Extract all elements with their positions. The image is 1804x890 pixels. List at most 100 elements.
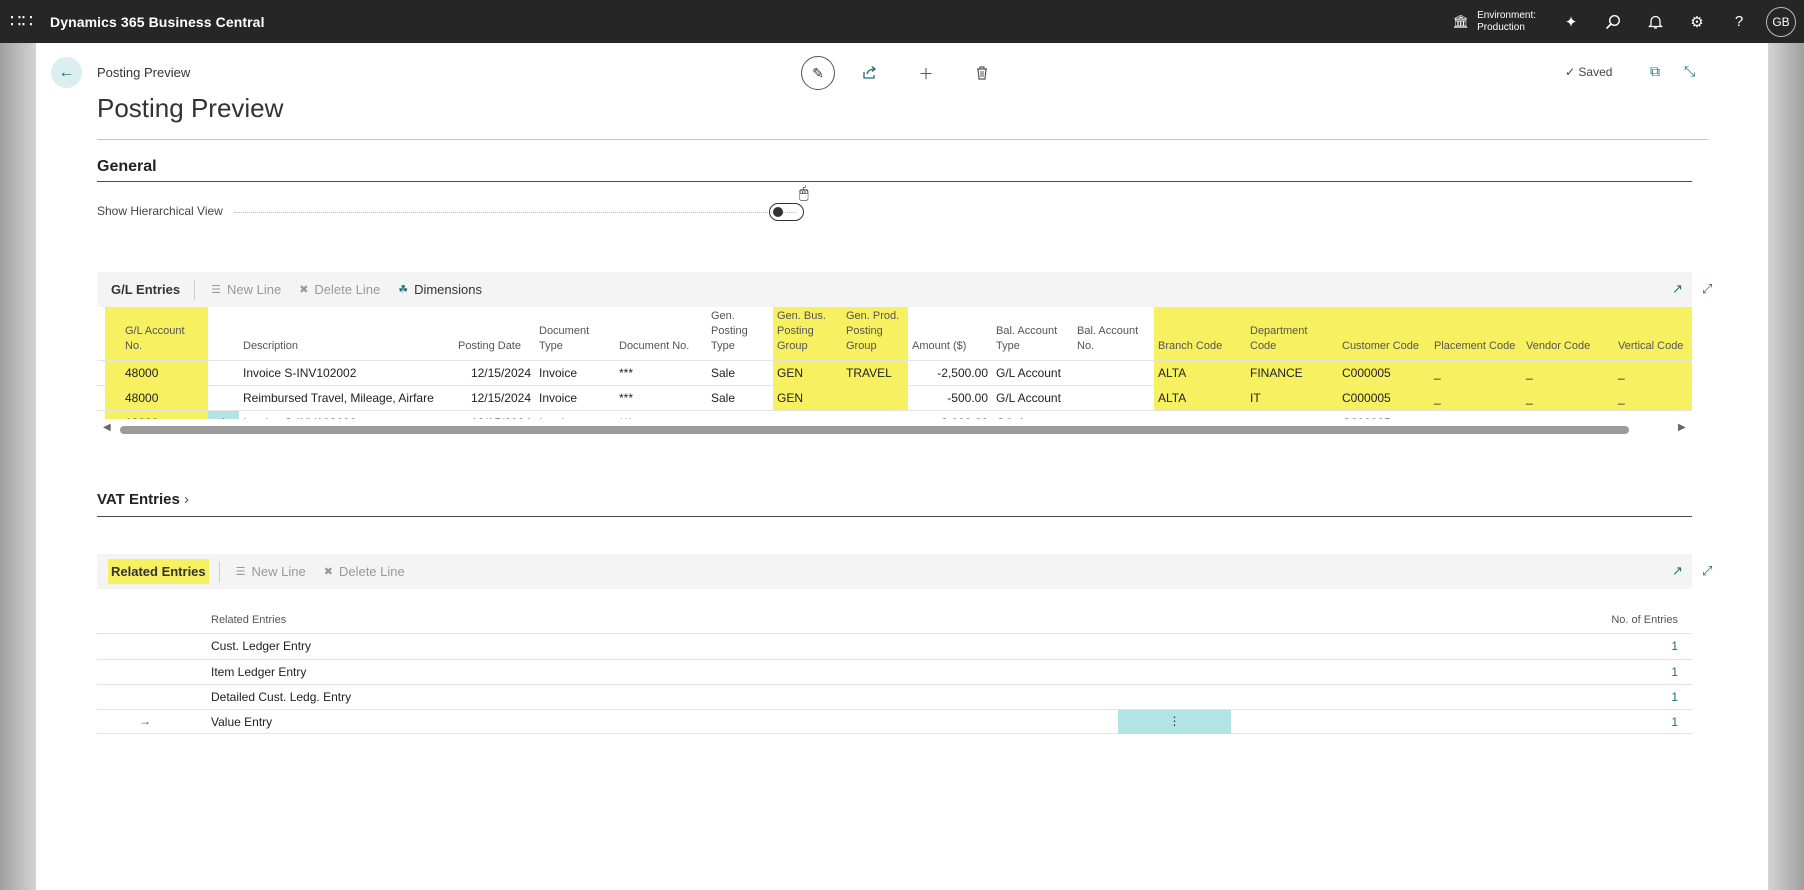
scrollbar-thumb[interactable]: [120, 426, 1629, 434]
related-entry-name[interactable]: Detailed Cust. Ledg. Entry: [211, 690, 351, 704]
related-entry-count[interactable]: 1: [1671, 715, 1678, 729]
cell-vendor-code[interactable]: _: [1522, 360, 1614, 386]
cell-description[interactable]: Reimbursed Travel, Mileage, Airfare: [239, 385, 454, 411]
cell-account-no[interactable]: 48000: [105, 385, 208, 411]
col-posting-date[interactable]: Posting Date: [454, 307, 535, 361]
col-bal-account-type[interactable]: Bal. Account Type: [992, 307, 1073, 361]
col-no-of-entries[interactable]: No. of Entries: [1611, 614, 1678, 626]
col-gen-prod-group[interactable]: Gen. Prod. Posting Group: [842, 307, 908, 361]
notifications-bell-icon[interactable]: [1634, 0, 1676, 43]
cell-department-code[interactable]: IT: [1246, 385, 1338, 411]
col-vendor-code[interactable]: Vendor Code: [1522, 307, 1614, 361]
col-related-entries[interactable]: Related Entries: [211, 614, 286, 626]
gl-delete-line-button[interactable]: ✖ Delete Line: [299, 282, 380, 297]
col-placement-code[interactable]: Placement Code: [1430, 307, 1522, 361]
related-new-line-button[interactable]: ☰ New Line: [236, 564, 306, 579]
col-department-code[interactable]: Department Code: [1246, 307, 1338, 361]
general-section-title[interactable]: General: [97, 158, 157, 176]
cell-account-no[interactable]: 48000: [105, 360, 208, 386]
cell-document-no[interactable]: ***: [615, 360, 707, 386]
cell-customer-code[interactable]: C000005: [1338, 360, 1430, 386]
gl-table-row[interactable]: 48000 Invoice S-INV102002 12/15/2024 Inv…: [97, 360, 1692, 386]
collapse-icon[interactable]: ⤡: [1684, 63, 1695, 80]
back-arrow-icon[interactable]: ←: [51, 57, 82, 88]
cell-department-code[interactable]: FINANCE: [1246, 360, 1338, 386]
open-new-window-icon[interactable]: ⧉: [1650, 63, 1660, 80]
related-entry-row[interactable]: Cust. Ledger Entry 1: [97, 633, 1692, 658]
related-entry-count[interactable]: 1: [1671, 690, 1678, 704]
cell-vertical-code[interactable]: _: [1614, 360, 1692, 386]
cell-document-type[interactable]: Invoice: [535, 385, 615, 411]
cell-gen-bus-group[interactable]: GEN: [773, 385, 842, 411]
cell-bal-account-no[interactable]: [1073, 360, 1154, 386]
gl-horizontal-scrollbar[interactable]: ◀ ▶: [97, 419, 1692, 441]
cell-placement-code[interactable]: _: [1430, 360, 1522, 386]
related-delete-line-button[interactable]: ✖ Delete Line: [324, 564, 405, 579]
delete-trash-icon[interactable]: [961, 56, 1003, 90]
col-customer-code[interactable]: Customer Code: [1338, 307, 1430, 361]
settings-gear-icon[interactable]: ⚙: [1676, 0, 1718, 43]
cell-posting-date[interactable]: 12/15/2024: [454, 360, 535, 386]
cell-document-type[interactable]: Invoice: [535, 360, 615, 386]
related-expand-icon[interactable]: ⤢: [1702, 563, 1712, 579]
share-icon[interactable]: [849, 56, 891, 90]
vat-entries-section-title[interactable]: VAT Entries ›: [97, 491, 189, 508]
gl-expand-icon[interactable]: ⤢: [1702, 281, 1712, 297]
related-entry-row[interactable]: Item Ledger Entry 1: [97, 659, 1692, 684]
cell-document-no[interactable]: ***: [615, 385, 707, 411]
col-document-no[interactable]: Document No.: [615, 307, 707, 361]
related-entry-name[interactable]: Cust. Ledger Entry: [211, 639, 311, 653]
cell-gen-prod-group[interactable]: [842, 385, 908, 411]
cell-gen-posting-type[interactable]: Sale: [707, 385, 773, 411]
copilot-icon[interactable]: ✦: [1550, 0, 1592, 43]
related-share-icon[interactable]: ↗: [1672, 563, 1683, 579]
show-hierarchical-view-toggle[interactable]: [769, 203, 804, 221]
row-action-menu-icon[interactable]: ⋮: [1118, 710, 1231, 734]
cell-gen-posting-type[interactable]: Sale: [707, 360, 773, 386]
col-vertical-code[interactable]: Vertical Code: [1614, 307, 1692, 361]
app-launcher-icon[interactable]: ∷∷: [0, 0, 43, 43]
help-icon[interactable]: ?: [1718, 0, 1760, 43]
scroll-right-arrow-icon[interactable]: ▶: [1678, 422, 1686, 433]
col-amount[interactable]: Amount ($): [908, 307, 992, 361]
cell-gen-prod-group[interactable]: TRAVEL: [842, 360, 908, 386]
col-gen-posting-type[interactable]: Gen. Posting Type: [707, 307, 773, 361]
related-entry-row[interactable]: Detailed Cust. Ledg. Entry 1: [97, 684, 1692, 709]
cell-bal-account-type[interactable]: G/L Account: [992, 385, 1073, 411]
gl-table-row[interactable]: 48000 Reimbursed Travel, Mileage, Airfar…: [97, 385, 1692, 411]
cell-customer-code[interactable]: C000005: [1338, 385, 1430, 411]
scroll-left-arrow-icon[interactable]: ◀: [103, 422, 111, 433]
cell-vertical-code[interactable]: _: [1614, 385, 1692, 411]
cell-description[interactable]: Invoice S-INV102002: [239, 360, 454, 386]
gl-new-line-button[interactable]: ☰ New Line: [211, 282, 281, 297]
add-plus-icon[interactable]: ＋: [905, 56, 947, 90]
app-name[interactable]: Dynamics 365 Business Central: [50, 14, 265, 30]
related-entry-name[interactable]: Item Ledger Entry: [211, 665, 306, 679]
cell-gen-bus-group[interactable]: GEN: [773, 360, 842, 386]
environment-indicator[interactable]: 🏛 Environment: Production: [1453, 10, 1536, 34]
edit-pencil-icon[interactable]: ✎: [801, 56, 835, 90]
col-branch-code[interactable]: Branch Code: [1154, 307, 1246, 361]
col-bal-account-no[interactable]: Bal. Account No.: [1073, 307, 1154, 361]
col-description[interactable]: Description: [239, 307, 454, 361]
related-entry-row-selected[interactable]: → Value Entry ⋮ 1: [97, 709, 1692, 734]
gl-share-icon[interactable]: ↗: [1672, 281, 1683, 297]
cell-amount[interactable]: -500.00: [908, 385, 992, 411]
col-gen-bus-group[interactable]: Gen. Bus. Posting Group: [773, 307, 842, 361]
related-entries-title[interactable]: Related Entries: [108, 559, 209, 584]
cell-branch-code[interactable]: ALTA: [1154, 385, 1246, 411]
related-entry-count[interactable]: 1: [1671, 665, 1678, 679]
cell-branch-code[interactable]: ALTA: [1154, 360, 1246, 386]
cell-bal-account-type[interactable]: G/L Account: [992, 360, 1073, 386]
related-entry-count[interactable]: 1: [1671, 639, 1678, 653]
cell-vendor-code[interactable]: _: [1522, 385, 1614, 411]
col-document-type[interactable]: Document Type: [535, 307, 615, 361]
cell-amount[interactable]: -2,500.00: [908, 360, 992, 386]
cell-placement-code[interactable]: _: [1430, 385, 1522, 411]
cell-posting-date[interactable]: 12/15/2024: [454, 385, 535, 411]
gl-entries-title[interactable]: G/L Entries: [97, 282, 194, 297]
cell-bal-account-no[interactable]: [1073, 385, 1154, 411]
related-entry-name[interactable]: Value Entry: [211, 715, 272, 729]
search-icon[interactable]: [1592, 0, 1634, 43]
gl-dimensions-button[interactable]: ☘ Dimensions: [398, 282, 482, 297]
